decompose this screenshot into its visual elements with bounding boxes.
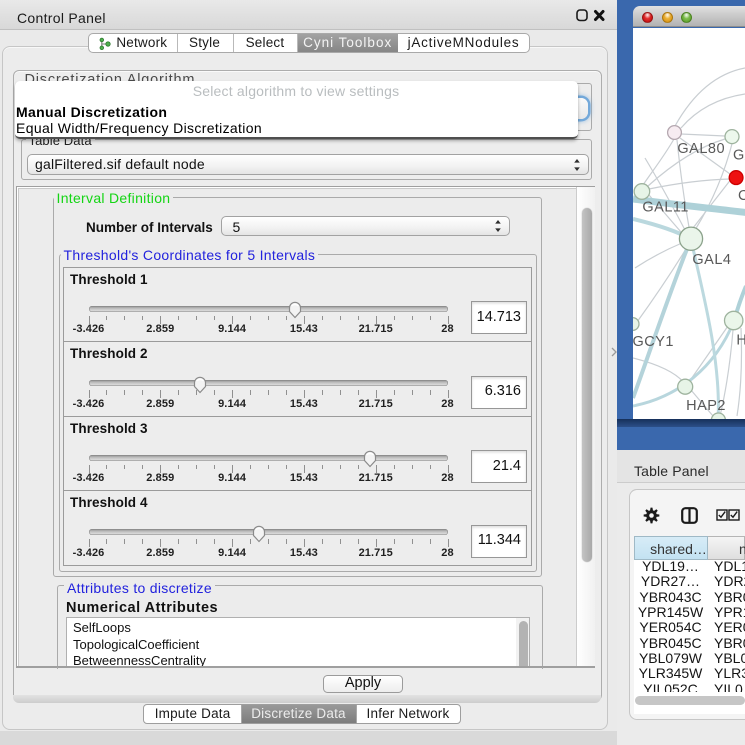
svg-text:GCY1: GCY1: [633, 334, 674, 350]
svg-text:C: C: [738, 188, 745, 204]
svg-text:H: H: [736, 332, 745, 348]
svg-text:GAL80: GAL80: [677, 140, 725, 156]
svg-text:GA: GA: [733, 147, 745, 163]
svg-text:GAL11: GAL11: [642, 199, 689, 215]
svg-text:HAP2: HAP2: [686, 397, 726, 413]
svg-text:GAL4: GAL4: [692, 251, 731, 267]
